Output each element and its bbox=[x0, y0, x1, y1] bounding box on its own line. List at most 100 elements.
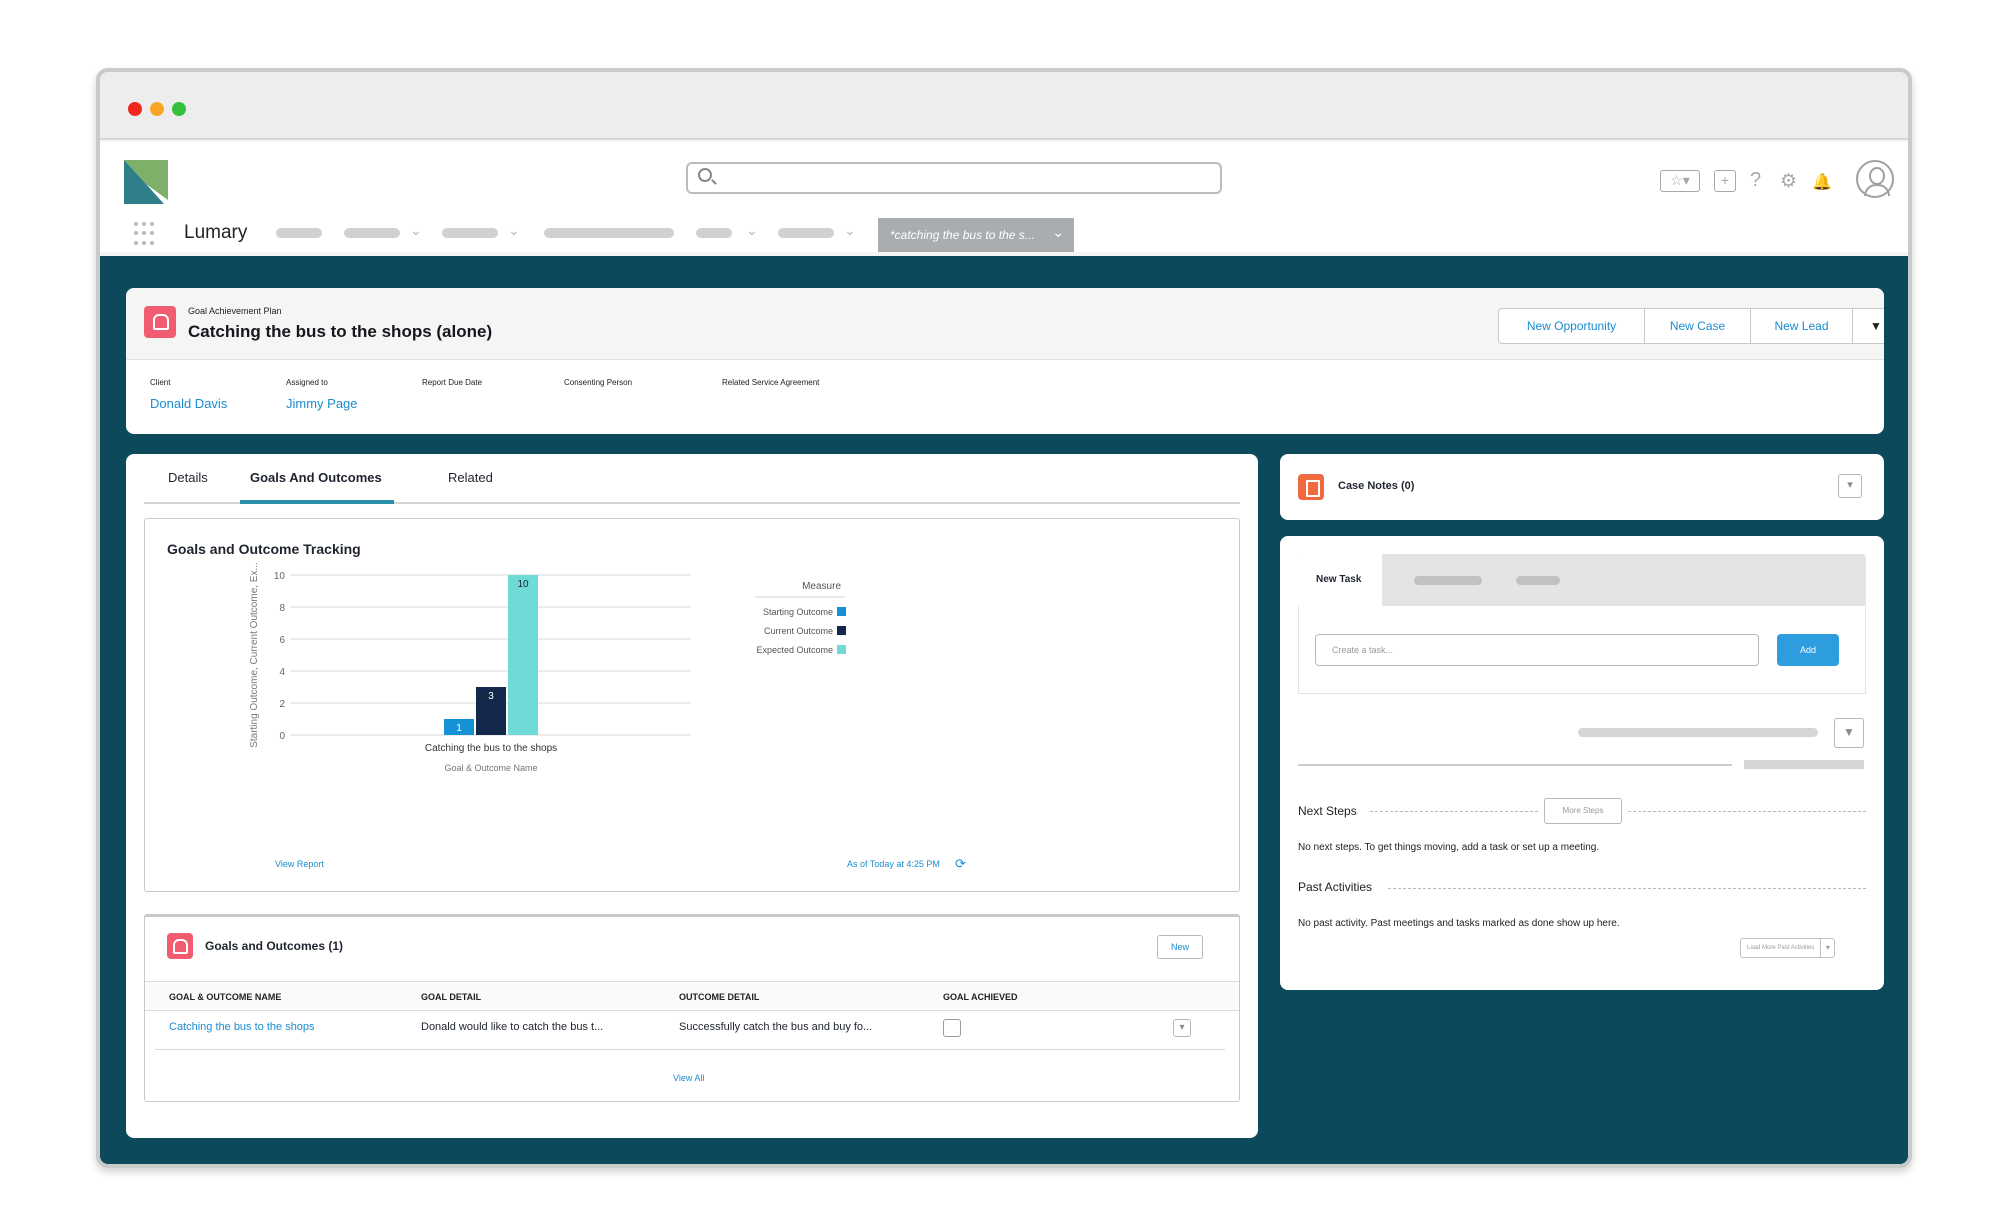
activity-expand-bar[interactable] bbox=[1744, 760, 1864, 769]
past-activity-empty-message: No past activity. Past meetings and task… bbox=[1298, 918, 1620, 929]
goal-name-link[interactable]: Catching the bus to the shops bbox=[169, 1021, 315, 1033]
chevron-down-icon[interactable]: ▾ bbox=[1820, 939, 1834, 957]
global-add-icon[interactable]: + bbox=[1714, 170, 1736, 192]
new-case-button[interactable]: New Case bbox=[1645, 309, 1751, 343]
case-notes-title[interactable]: Case Notes (0) bbox=[1338, 480, 1414, 492]
app-name: Lumary bbox=[184, 222, 248, 243]
y-tick-label: 10 bbox=[274, 571, 286, 582]
user-avatar[interactable] bbox=[1856, 160, 1894, 198]
outcome-detail-cell: Successfully catch the bus and buy fo... bbox=[679, 1021, 873, 1033]
more-steps-button[interactable]: More Steps bbox=[1544, 798, 1622, 824]
task-composer: Create a task... Add bbox=[1298, 606, 1866, 694]
nav-item-6[interactable] bbox=[778, 228, 834, 238]
column-header[interactable]: GOAL DETAIL bbox=[421, 992, 481, 1002]
tab-goals-and-outcomes[interactable]: Goals And Outcomes bbox=[250, 470, 382, 485]
active-tab-indicator bbox=[240, 500, 394, 504]
x-tick-label: Catching the bus to the shops bbox=[425, 743, 557, 754]
field-label-assigned: Assigned to bbox=[286, 378, 328, 387]
row-divider bbox=[155, 1049, 1225, 1050]
next-steps-empty-message: No next steps. To get things moving, add… bbox=[1298, 842, 1600, 853]
client-link[interactable]: Donald Davis bbox=[150, 396, 227, 411]
field-label-consenting: Consenting Person bbox=[564, 378, 633, 387]
column-header[interactable]: GOAL & OUTCOME NAME bbox=[169, 992, 281, 1002]
refresh-icon[interactable]: ⟳ bbox=[955, 856, 966, 872]
app-launcher-icon[interactable] bbox=[134, 222, 158, 246]
help-icon[interactable]: ? bbox=[1750, 169, 1761, 192]
favorites-star-icon[interactable]: ☆▾ bbox=[1660, 170, 1700, 192]
more-actions-button[interactable]: ▼ bbox=[1853, 309, 1884, 343]
composer-tab-placeholder[interactable] bbox=[1516, 576, 1560, 585]
nav-item-4[interactable] bbox=[544, 228, 674, 238]
case-notes-menu-chevron-icon[interactable]: ▾ bbox=[1838, 474, 1862, 498]
goals-bar-chart: 0 2 4 6 8 10 Starting Outcome, Current Outcome… bbox=[249, 562, 846, 773]
nav-item-1[interactable] bbox=[276, 228, 322, 238]
record-header: Goal Achievement Plan Catching the bus t… bbox=[126, 288, 1884, 434]
view-all-link[interactable]: View All bbox=[673, 1073, 704, 1083]
browser-window: Lumary ⌄ ⌄ ⌄ ⌄ *catching the bus to the … bbox=[96, 68, 1912, 1168]
assigned-to-link[interactable]: Jimmy Page bbox=[286, 396, 358, 411]
chevron-down-icon[interactable]: ⌄ bbox=[410, 222, 422, 239]
global-search-input[interactable] bbox=[686, 162, 1222, 194]
chevron-down-icon[interactable]: ⌄ bbox=[508, 222, 520, 239]
tab-details[interactable]: Details bbox=[168, 470, 208, 485]
next-steps-label: Next Steps bbox=[1298, 804, 1357, 818]
y-axis-label: Starting Outcome, Current Outcome, Ex... bbox=[249, 562, 260, 748]
legend-entry-label: Expected Outcome bbox=[756, 645, 833, 655]
x-axis-label: Goal & Outcome Name bbox=[444, 763, 537, 773]
row-actions-chevron-icon[interactable]: ▾ bbox=[1173, 1019, 1191, 1037]
active-tab-label: *catching the bus to the s... bbox=[890, 228, 1035, 242]
page-content: Goal Achievement Plan Catching the bus t… bbox=[100, 256, 1908, 1164]
maximize-window-dot[interactable] bbox=[172, 102, 186, 116]
goal-achieved-checkbox[interactable] bbox=[943, 1019, 961, 1037]
add-task-button[interactable]: Add bbox=[1777, 634, 1839, 666]
record-type-label: Goal Achievement Plan bbox=[188, 306, 282, 316]
nav-item-2[interactable] bbox=[344, 228, 400, 238]
y-tick-label: 8 bbox=[279, 603, 285, 614]
legend-title: Measure bbox=[802, 581, 841, 592]
page-title: Catching the bus to the shops (alone) bbox=[188, 322, 493, 341]
new-opportunity-button[interactable]: New Opportunity bbox=[1499, 309, 1645, 343]
y-tick-label: 6 bbox=[279, 635, 285, 646]
view-report-link[interactable]: View Report bbox=[275, 859, 324, 869]
chevron-down-icon[interactable]: ⌄ bbox=[746, 222, 758, 239]
legend-swatch bbox=[837, 607, 846, 616]
record-action-buttons: New Opportunity New Case New Lead ▼ bbox=[1498, 308, 1884, 344]
gear-icon[interactable]: ⚙ bbox=[1780, 170, 1797, 193]
dotted-divider bbox=[1628, 811, 1866, 812]
create-task-input[interactable]: Create a task... bbox=[1315, 634, 1759, 666]
column-header[interactable]: OUTCOME DETAIL bbox=[679, 992, 759, 1002]
new-lead-button[interactable]: New Lead bbox=[1751, 309, 1853, 343]
load-more-past-activities-button[interactable]: Load More Past Activities ▾ bbox=[1740, 938, 1836, 958]
case-notes-card: Case Notes (0) ▾ bbox=[1280, 454, 1884, 520]
column-header[interactable]: GOAL ACHIEVED bbox=[943, 992, 1018, 1002]
field-label-service-agreement: Related Service Agreement bbox=[722, 378, 820, 387]
past-activities-label: Past Activities bbox=[1298, 880, 1373, 894]
tab-related[interactable]: Related bbox=[448, 470, 493, 485]
filter-icon[interactable]: ▼ bbox=[1834, 718, 1864, 748]
y-tick-label: 4 bbox=[279, 667, 285, 678]
legend-swatch bbox=[837, 645, 846, 654]
field-label-client: Client bbox=[150, 378, 171, 387]
field-label-due-date: Report Due Date bbox=[422, 378, 483, 387]
nav-item-5[interactable] bbox=[696, 228, 732, 238]
lumary-logo bbox=[124, 160, 168, 204]
composer-tab-placeholder[interactable] bbox=[1414, 576, 1482, 585]
related-list-title: Goals and Outcomes (1) bbox=[205, 939, 344, 953]
new-goal-button[interactable]: New bbox=[1157, 935, 1203, 959]
goal-detail-cell: Donald would like to catch the bus t... bbox=[421, 1021, 604, 1033]
record-tabs-card: Details Goals And Outcomes Related Goals… bbox=[126, 454, 1258, 1138]
chevron-down-icon[interactable]: ⌄ bbox=[1052, 224, 1064, 241]
table-header: GOAL & OUTCOME NAME GOAL DETAIL OUTCOME … bbox=[145, 981, 1239, 1011]
close-window-dot[interactable] bbox=[128, 102, 142, 116]
minimize-window-dot[interactable] bbox=[150, 102, 164, 116]
nav-item-3[interactable] bbox=[442, 228, 498, 238]
chevron-down-icon[interactable]: ⌄ bbox=[844, 222, 856, 239]
bell-icon[interactable]: 🔔 bbox=[1812, 172, 1832, 192]
bar-data-label: 3 bbox=[488, 691, 494, 702]
tab-goal-record[interactable]: *catching the bus to the s... ⌄ bbox=[878, 218, 1074, 252]
case-notes-icon bbox=[1298, 474, 1324, 500]
load-more-label: Load More Past Activities bbox=[1747, 945, 1815, 951]
legend-swatch bbox=[837, 626, 846, 635]
tab-new-task[interactable]: New Task bbox=[1298, 554, 1382, 608]
goals-chart-panel: Goals and Outcome Tracking 0 2 4 6 8 10 Starti… bbox=[144, 518, 1240, 892]
